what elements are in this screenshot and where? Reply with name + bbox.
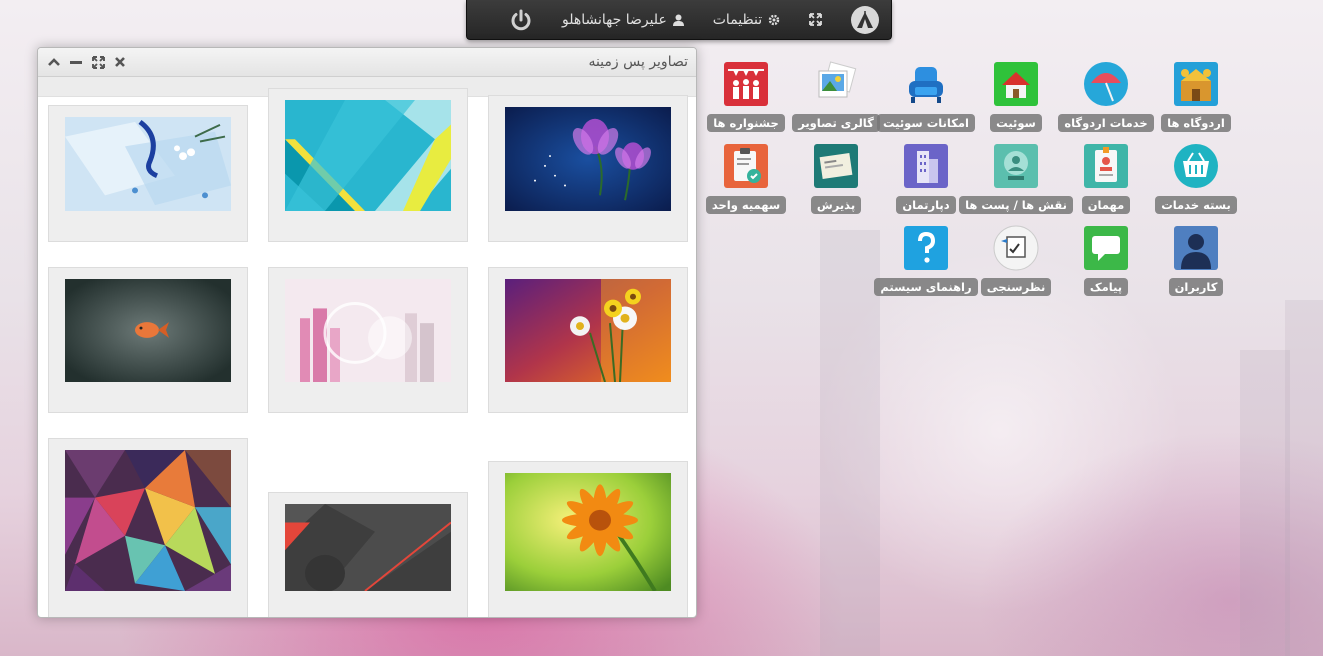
wallpaper-thumbnail[interactable] [48,105,248,242]
wallpaper-thumbnail[interactable] [48,438,248,617]
desktop-icon-label: سهمیه واحد [705,196,787,214]
house-icon [992,60,1040,108]
role-icon [992,142,1040,190]
desktop-icon-gallery[interactable]: گالری تصاویر [786,60,886,132]
collapse-button[interactable] [46,54,62,70]
expand-icon [809,13,822,26]
wallpaper-thumbnail[interactable] [488,461,688,617]
window-header[interactable]: تصاویر پس زمینه [38,48,696,77]
desktop-icon-label: دپارتمان [896,196,956,214]
armchair-icon [902,60,950,108]
desktop-icon-label: بسته خدمات [1155,196,1237,214]
wallpaper-thumbnail[interactable] [268,88,468,242]
user-icon [1172,224,1220,272]
maximize-icon [91,55,105,69]
building-icon [902,142,950,190]
desktop-icon-users[interactable]: کاربران [1146,224,1246,296]
gear-icon [768,14,780,25]
desktop-icon-reception[interactable]: پذیرش [786,142,886,214]
power-button[interactable] [509,8,533,32]
desktop-icon-label: خدمات اردوگاه [1058,114,1154,132]
desktop-icon-sms[interactable]: پیامک [1056,224,1156,296]
wallpaper-image [505,107,671,211]
camps-icon [1172,60,1220,108]
desktop-icon-label: پذیرش [810,196,862,214]
wallpaper-image [285,504,451,591]
desktop-icon-label: جشنواره ها [707,114,785,132]
message-icon [1082,224,1130,272]
wallpaper-image [505,279,671,382]
settings-menu[interactable]: تنظیمات [713,12,780,28]
desktop-icon-service-package[interactable]: بسته خدمات [1146,142,1246,214]
wallpaper-image [505,473,671,591]
id-badge-icon [1082,142,1130,190]
desktop-icon-label: امکانات سوئیت [877,114,975,132]
wallpaper-thumbnail[interactable] [268,492,468,617]
umbrella-icon [1082,60,1130,108]
desktop-icon-survey[interactable]: نظرسنجی [966,224,1066,296]
desktop-icon-label: نقش ها / پست ها [959,196,1073,214]
background-building [1285,300,1323,656]
settings-label: تنظیمات [712,11,763,28]
desktop-icon-label: اردوگاه ها [1161,114,1231,132]
close-icon [115,57,125,67]
wallpaper-thumbnail[interactable] [48,267,248,413]
desktop-icon-camp-services[interactable]: خدمات اردوگاه [1056,60,1156,132]
user-icon [672,14,684,26]
top-taskbar: تنظیمات علیرضا جهانشاهلو [466,0,892,40]
photos-icon [812,60,860,108]
fullscreen-button[interactable] [809,13,822,26]
reception-card-icon [812,142,860,190]
desktop-icon-label: سوئیت [990,114,1042,132]
desktop-icon-roles[interactable]: نقش ها / پست ها [959,142,1073,214]
survey-icon [992,224,1040,272]
desktop-icon-help[interactable]: راهنمای سیستم [874,224,978,296]
desktop-icon-label: راهنمای سیستم [874,278,978,296]
window-title: تصاویر پس زمینه [588,54,688,70]
user-menu[interactable]: علیرضا جهانشاهلو [562,12,684,28]
desktop-icon-suite[interactable]: سوئیت [966,60,1066,132]
desktop-icon-department[interactable]: دپارتمان [876,142,976,214]
desktop-icon-label: کاربران [1168,278,1224,296]
basket-icon [1172,142,1220,190]
wallpaper-thumbnail[interactable] [488,95,688,242]
desktop-icon-label: نظرسنجی [980,278,1052,296]
minimize-icon [70,61,82,64]
wallpaper-image [65,279,231,382]
crowd-icon [722,60,770,108]
user-name: علیرضا جهانشاهلو [561,11,667,28]
background-building [820,230,880,656]
chevron-up-icon [48,58,60,66]
desktop-icon-camps[interactable]: اردوگاه ها [1146,60,1246,132]
clipboard-check-icon [722,142,770,190]
wallpapers-window: تصاویر پس زمینه [37,47,697,618]
minimize-button[interactable] [68,54,84,70]
wallpaper-image [65,450,231,591]
background-building [1240,350,1290,656]
desktop-icon-label: گالری تصاویر [792,114,880,132]
desktop-icon-suite-facilities[interactable]: امکانات سوئیت [876,60,976,132]
power-icon [511,9,531,30]
wallpaper-image [285,100,451,211]
desktop-icon-label: پیامک [1083,278,1129,296]
app-logo-icon[interactable] [851,5,879,34]
wallpaper-thumbnail[interactable] [268,267,468,413]
desktop-icon-label: مهمان [1081,196,1131,214]
wallpaper-image [285,279,451,382]
desktop-icon-unit-quota[interactable]: سهمیه واحد [696,142,796,214]
window-controls [46,54,128,70]
close-button[interactable] [112,54,128,70]
help-icon [902,224,950,272]
wallpaper-image [65,117,231,211]
wallpaper-thumbnail[interactable] [488,267,688,413]
maximize-button[interactable] [90,54,106,70]
desktop-icon-festivals[interactable]: جشنواره ها [696,60,796,132]
